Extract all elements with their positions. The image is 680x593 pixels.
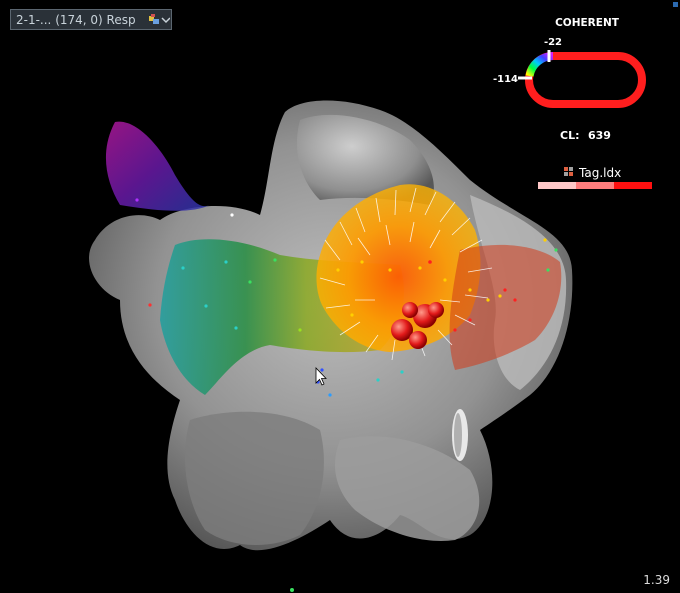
activation-region-late [105, 121, 210, 211]
coherent-low-value: -114 [493, 74, 518, 85]
window-corner-indicator [673, 2, 678, 7]
tag-legend-label: Tag.ldx [578, 166, 621, 180]
map-selector-value: 2-1-... (174, 0) Resp [16, 12, 136, 27]
coherent-high-value: -22 [544, 37, 562, 48]
zoom-level: 1.39 [643, 573, 670, 587]
cycle-length-value: 639 [588, 129, 611, 142]
coherent-legend-title: COHERENT [555, 17, 620, 29]
anatomy-map-viewport[interactable] [0, 0, 680, 593]
map-selector-dropdown[interactable]: 2-1-... (174, 0) Resp [10, 9, 172, 30]
tag-color-bar [538, 182, 652, 189]
map-settings-icon[interactable] [147, 11, 171, 29]
cycle-length-label: CL: [560, 129, 579, 142]
